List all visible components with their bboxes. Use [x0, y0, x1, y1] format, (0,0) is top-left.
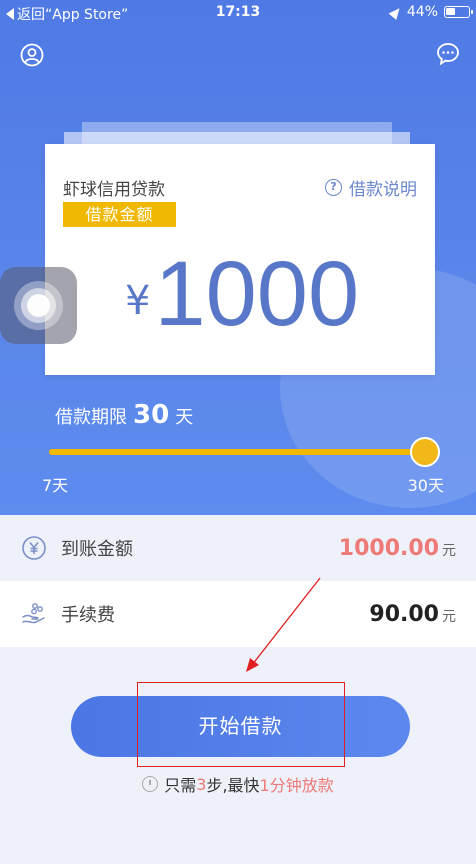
status-bar: 返回“App Store” 17:13 44% — [0, 0, 476, 26]
product-title: 虾球信用贷款 — [63, 180, 165, 200]
battery-icon — [444, 6, 473, 18]
received-amount-row: 到账金额 1000.00 元 — [0, 515, 476, 581]
question-icon: ? — [325, 179, 342, 196]
amount-value: 1000 — [154, 243, 360, 345]
battery-level — [446, 8, 455, 15]
loan-card: 虾球信用贷款 借款金额 ? 借款说明 ¥ 1000 — [45, 144, 435, 375]
slider-max-label: 30天 — [407, 476, 444, 495]
status-right: 44% — [388, 4, 473, 20]
row-value-group: 1000.00 元 — [339, 536, 456, 561]
user-circle-icon[interactable] — [20, 43, 44, 67]
help-label: 借款说明 — [349, 180, 417, 200]
slider-min-label: 7天 — [42, 476, 69, 495]
row-value-group: 90.00 元 — [369, 602, 456, 627]
annotation-highlight-box — [137, 682, 345, 767]
hero-panel: 返回“App Store” 17:13 44% 虾球信用贷款 借款金额 ? 借款… — [0, 0, 476, 515]
term-label: 借款期限 — [55, 407, 127, 428]
loan-term: 借款期限 30 天 — [55, 400, 193, 430]
currency-symbol: ¥ — [125, 278, 151, 324]
hint-text: 步,最快 — [206, 776, 260, 795]
hint-steps: 3 — [196, 774, 207, 794]
row-label: 手续费 — [61, 605, 115, 626]
chat-bubble-icon[interactable] — [436, 42, 460, 66]
assistive-touch-button[interactable] — [0, 267, 77, 344]
slider-fill — [49, 449, 439, 455]
slider-handle[interactable] — [410, 437, 440, 467]
currency-unit: 元 — [442, 608, 456, 625]
clock-icon — [142, 776, 159, 792]
received-amount-value: 1000.00 — [338, 535, 439, 561]
loan-help-link[interactable]: ? 借款说明 — [325, 175, 417, 200]
term-value: 30 — [133, 400, 170, 430]
service-fee-value: 90.00 — [369, 601, 439, 627]
currency-unit: 元 — [442, 542, 456, 559]
loan-amount: ¥ 1000 — [125, 246, 359, 342]
location-arrow-icon — [388, 4, 404, 20]
yen-circle-icon — [22, 536, 46, 560]
hint-text: 只需 — [164, 776, 197, 795]
term-slider[interactable] — [49, 437, 440, 467]
hint-speed: 1分钟放款 — [259, 776, 334, 795]
battery-percent: 44% — [406, 4, 438, 20]
hand-coins-icon — [22, 603, 45, 624]
row-label: 到账金额 — [61, 539, 133, 560]
term-unit: 天 — [175, 407, 194, 428]
service-fee-row: 手续费 90.00 元 — [0, 581, 476, 647]
approval-hint: 只需 3 步,最快 1分钟放款 — [0, 772, 476, 796]
assistive-dot — [27, 294, 50, 317]
amount-badge: 借款金额 — [63, 202, 176, 227]
